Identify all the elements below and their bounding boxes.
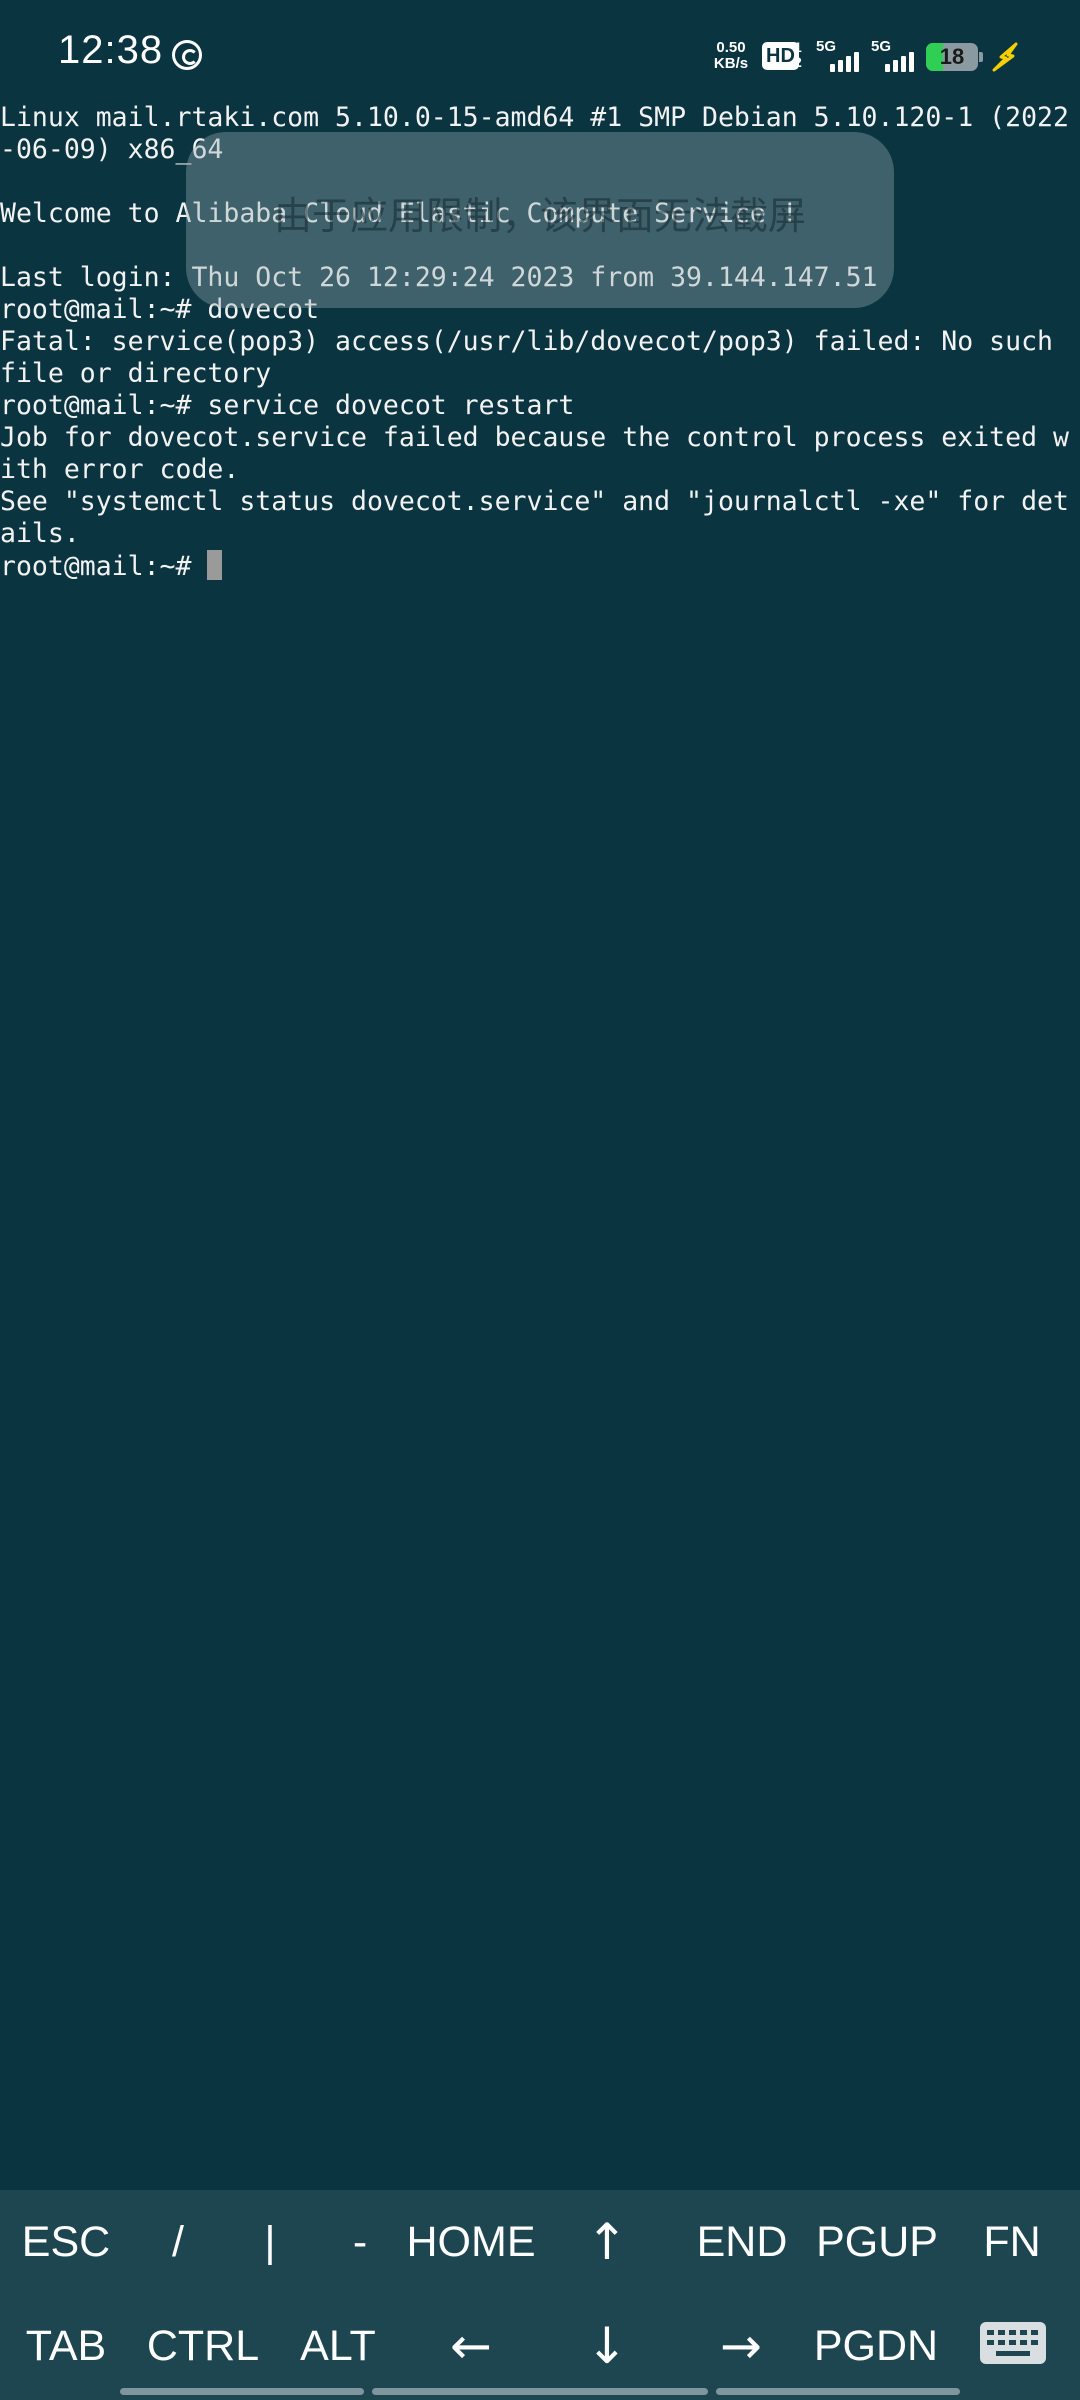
arrow-left-key[interactable]: ← <box>436 2316 506 2376</box>
key-pipe[interactable]: | <box>240 2212 300 2272</box>
key-ctrl[interactable]: CTRL <box>138 2316 268 2376</box>
arrow-down-key[interactable]: ↓ <box>572 2316 642 2376</box>
network-speed: 0.50 KB/s <box>706 40 756 72</box>
status-bar: 12:38 0.50 KB/s HD 1 2 5G 5G 18 <box>0 0 1080 110</box>
key-alt[interactable]: ALT <box>288 2316 388 2376</box>
network-type-sim2: 5G <box>871 38 892 55</box>
battery-nub <box>979 52 983 62</box>
key-pgup[interactable]: PGUP <box>812 2212 942 2272</box>
key-esc[interactable]: ESC <box>10 2212 122 2272</box>
toast-message: 由于应用限制，该界面无法截屏 <box>273 194 806 238</box>
network-type-sim1: 5G <box>816 38 837 55</box>
key-end[interactable]: END <box>690 2212 794 2272</box>
signal-strength-sim1-icon: 5G <box>816 38 866 72</box>
terminal-output[interactable]: Linux mail.rtaki.com 5.10.0-15-amd64 #1 … <box>0 102 1080 2182</box>
nav-handle-center[interactable] <box>372 2388 708 2395</box>
arrow-right-key[interactable]: → <box>706 2316 776 2376</box>
terminal-line: root@mail:~# service dovecot restart <box>0 390 575 421</box>
battery-icon: 18 <box>926 43 978 71</box>
status-time: 12:38 <box>58 28 164 72</box>
hd-sim-index-bottom: 2 <box>794 54 802 70</box>
arrow-up-key[interactable]: ↑ <box>572 2212 642 2272</box>
terminal-app-screen: 12:38 0.50 KB/s HD 1 2 5G 5G 18 Linux ma… <box>0 0 1080 2400</box>
terminal-line: file or directory <box>0 358 272 389</box>
key-pgdn[interactable]: PGDN <box>810 2316 942 2376</box>
signal-strength-sim2-icon: 5G <box>871 38 921 72</box>
terminal-line: Job for dovecot.service failed because t… <box>0 422 1069 453</box>
terminal-line: See "systemctl status dovecot.service" a… <box>0 486 1069 517</box>
key-fn[interactable]: FN <box>972 2212 1052 2272</box>
key-tab[interactable]: TAB <box>14 2316 118 2376</box>
key-home[interactable]: HOME <box>398 2212 544 2272</box>
key-dash[interactable]: - <box>330 2212 390 2272</box>
keyboard-icon[interactable] <box>980 2322 1046 2364</box>
terminal-prompt: root@mail:~# <box>0 551 208 582</box>
battery-level: 18 <box>939 44 965 69</box>
terminal-line: ails. <box>0 518 80 549</box>
nav-handle-left <box>120 2388 364 2395</box>
terminal-line: ith error code. <box>0 454 240 485</box>
network-speed-unit: KB/s <box>713 55 749 72</box>
terminal-line: Fatal: service(pop3) access(/usr/lib/dov… <box>0 326 1053 357</box>
sync-icon <box>172 40 202 70</box>
terminal-prompt-line[interactable]: root@mail:~# <box>0 550 1080 582</box>
screenshot-restriction-toast: 由于应用限制，该界面无法截屏 <box>186 132 894 308</box>
nav-handle-right <box>716 2388 960 2395</box>
terminal-cursor <box>207 550 223 580</box>
terminal-line: Linux mail.rtaki.com 5.10.0-15-amd64 #1 … <box>0 102 1069 133</box>
hd-sim-index-top: 1 <box>794 39 802 55</box>
lightning-icon <box>992 42 1018 72</box>
network-speed-value: 0.50 <box>716 39 746 56</box>
hd-sim-index: 1 2 <box>794 40 802 70</box>
key-slash[interactable]: / <box>148 2212 208 2272</box>
